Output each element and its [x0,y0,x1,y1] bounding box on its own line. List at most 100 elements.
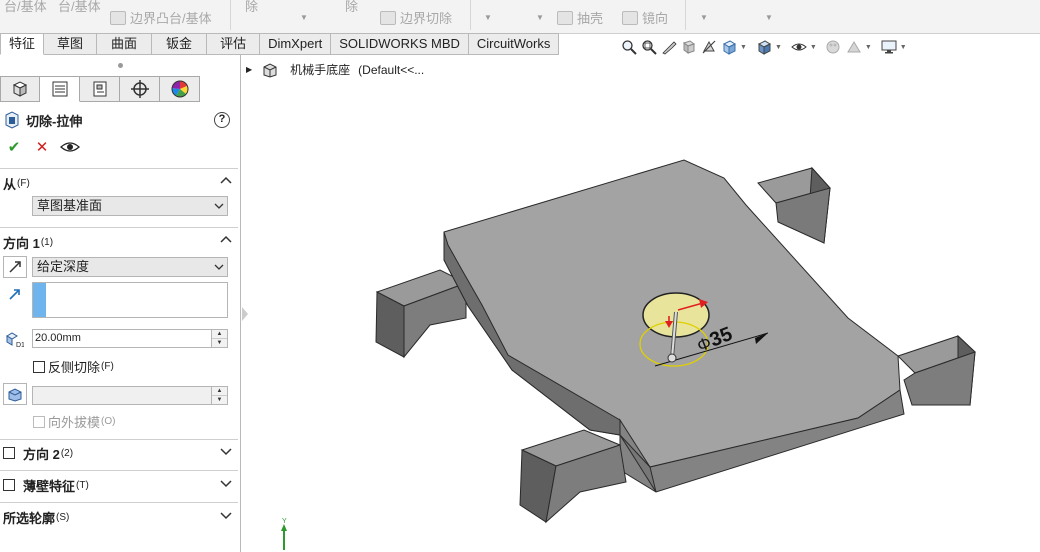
reverse-direction-icon [9,261,21,273]
draft-toggle-button[interactable] [3,383,27,405]
draft-outward-checkbox [33,415,45,428]
zoom-to-fit-icon[interactable] [620,38,638,56]
svg-text:Y: Y [282,518,287,525]
reverse-direction-button[interactable] [3,256,27,278]
chevron-down-icon[interactable]: ▼ [775,44,782,51]
direction-vector-icon [9,289,20,300]
shell-icon [557,11,573,25]
chevron-down-icon[interactable]: ▼ [900,44,907,51]
manager-pane-tabs [0,76,200,102]
property-list-icon [52,81,67,97]
ribbon-item-boss-2[interactable]: 台/基体 [58,0,101,15]
view-settings-icon[interactable] [880,38,898,56]
direction-reference-selection-box[interactable] [32,282,228,318]
extruded-cut-icon [5,111,19,129]
ribbon-boundary-boss-button[interactable]: 边界凸台/基体 [110,8,212,27]
heads-up-view-toolbar: ▼ ▼ ▼ ▼ ▼ [620,37,915,57]
edit-appearance-icon[interactable] [825,38,843,56]
chevron-down-icon[interactable]: ▼ [765,13,773,22]
tab-dimxpert[interactable]: DimXpert [260,33,332,55]
apply-scene-icon[interactable] [845,38,863,56]
checkmark-icon: ✔ [7,139,21,156]
selection-box-highlight [33,283,46,317]
panel-collapse-handle[interactable] [0,55,241,75]
feature-title: 切除-拉伸 [4,111,82,129]
direction2-checkbox[interactable] [3,447,15,459]
chevron-up-icon [220,176,232,184]
command-manager-tabs: 特征 草图 曲面 钣金 评估 DimXpert SOLIDWORKS MBD C… [0,33,560,55]
tab-configuration-manager[interactable] [80,76,120,102]
tab-sheet-metal[interactable]: 钣金 [152,33,208,55]
ribbon-shell-button[interactable]: 抽壳 [557,8,603,27]
flip-side-to-cut-option[interactable]: 反侧切除 (F) [32,357,114,376]
chevron-down-icon[interactable]: ▼ [536,13,544,22]
mount-tab-right [897,334,976,406]
spin-up-icon: ▲ [216,388,223,394]
svg-text:D1: D1 [16,342,24,348]
tab-property-manager[interactable] [40,76,80,102]
tab-features[interactable]: 特征 [0,33,45,55]
hide-show-items-icon[interactable] [790,38,808,56]
close-icon: ✕ [35,139,49,156]
chevron-up-icon [220,235,232,243]
detailed-preview-button[interactable] [58,137,82,157]
tab-evaluate[interactable]: 评估 [207,33,261,55]
tab-solidworks-mbd[interactable]: SOLIDWORKS MBD [331,33,469,55]
cancel-button[interactable]: ✕ [30,137,54,157]
section-from-header[interactable]: 从 (F) [0,172,238,194]
chevron-down-icon[interactable]: ▼ [740,44,747,51]
part-model[interactable]: Φ 35 Y [242,55,1040,552]
end-condition-select[interactable]: 给定深度 [32,257,228,277]
flip-side-checkbox[interactable] [33,360,45,373]
zoom-to-area-icon[interactable] [640,38,658,56]
boundary-boss-icon [110,11,126,25]
draft-outward-option: 向外拔模 (O) [32,412,115,431]
dynamic-annotation-icon[interactable] [700,38,718,56]
section-view-icon[interactable] [680,38,698,56]
ribbon-boundary-cut-button[interactable]: 边界切除 [380,8,452,27]
ok-button[interactable]: ✔ [2,137,26,157]
help-button[interactable]: ? [214,112,230,128]
section-selected-contours-header[interactable]: 所选轮廓 (S) [0,506,238,528]
tab-dimxpert-manager[interactable] [120,76,160,102]
draft-icon [8,388,22,402]
spin-down-icon[interactable]: ▼ [212,338,227,346]
ribbon-separator [230,0,231,30]
chevron-down-icon[interactable]: ▼ [300,13,308,22]
section-thin-feature-header[interactable]: 薄壁特征 (T) [0,474,238,496]
display-style-icon[interactable] [755,38,773,56]
ribbon-item-cut-2[interactable]: 除 [345,0,358,15]
ribbon-mirror-button[interactable]: 镜向 [622,8,668,27]
depth-input[interactable]: 20.00mm ▲ ▼ [32,329,228,348]
spin-up-icon[interactable]: ▲ [212,330,227,338]
chevron-down-icon[interactable]: ▼ [810,44,817,51]
graphics-area[interactable]: ▶ 机械手底座 (Default<<... Φ 35 Y [242,55,1040,552]
tab-display-manager[interactable] [160,76,200,102]
chevron-down-icon[interactable]: ▼ [484,13,492,22]
section-direction2-header[interactable]: 方向 2 (2) [0,442,238,464]
section-divider [0,168,238,169]
boundary-cut-icon [380,11,396,25]
chevron-down-icon [214,203,224,209]
chevron-down-icon[interactable]: ▼ [865,44,872,51]
chevron-down-icon [220,512,232,520]
chevron-down-icon [220,480,232,488]
section-divider [0,502,238,503]
depth-spinner[interactable]: ▲ ▼ [211,330,227,347]
previous-view-icon[interactable] [660,38,678,56]
mount-tab-left [375,269,468,359]
eye-icon [60,142,80,152]
tab-sketch[interactable]: 草图 [44,33,98,55]
tab-circuitworks[interactable]: CircuitWorks [468,33,560,55]
thin-feature-checkbox[interactable] [3,479,15,491]
ribbon-item-cut[interactable]: 除 [245,0,258,15]
section-direction1-header[interactable]: 方向 1 (1) [0,231,238,253]
view-orientation-icon[interactable] [720,38,738,56]
tab-feature-manager[interactable] [0,76,40,102]
chevron-down-icon [214,264,224,270]
ribbon-item-boss[interactable]: 台/基体 [4,0,47,15]
tab-surfaces[interactable]: 曲面 [97,33,153,55]
from-start-condition-select[interactable]: 草图基准面 [32,196,228,216]
chevron-down-icon[interactable]: ▼ [700,13,708,22]
section-divider [0,439,238,440]
